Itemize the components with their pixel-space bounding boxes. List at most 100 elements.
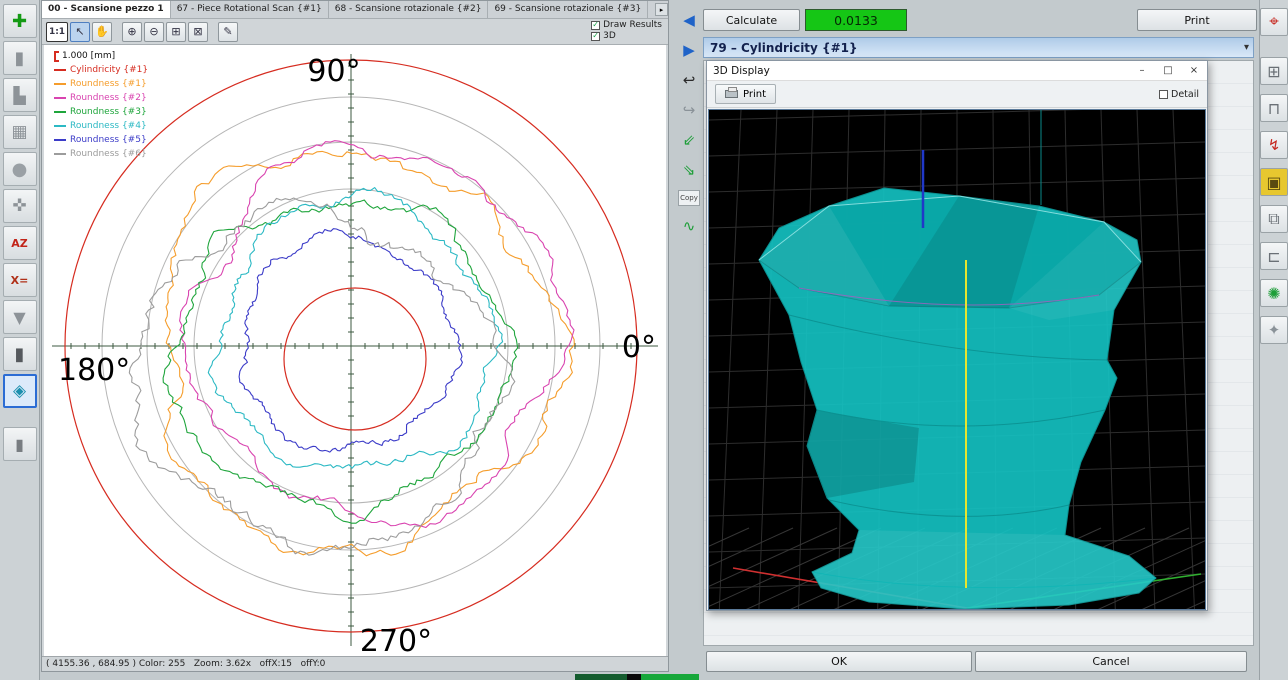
annotate-icon-glyph: ∿ <box>683 217 696 235</box>
part-small-cylinder-icon-glyph: ▮ <box>15 435 24 454</box>
show-3d-checkbox-box[interactable]: ✓ <box>591 32 600 41</box>
pan-tool[interactable]: ✋ <box>92 22 112 42</box>
result-selector[interactable]: 79 – Cylindricity {#1} ▾ <box>703 37 1254 58</box>
export-results-icon[interactable]: ⇘ <box>678 160 700 180</box>
part-cylinder-icon[interactable]: ▮ <box>3 41 37 75</box>
import-results-icon[interactable]: ⇙ <box>678 130 700 150</box>
part-sphere-icon[interactable]: ● <box>3 152 37 186</box>
zoom-1to1-button[interactable]: 1:1 <box>46 22 68 42</box>
part-cross-icon-glyph: ✜ <box>12 196 26 216</box>
cancel-button[interactable]: Cancel <box>975 651 1247 672</box>
detail-checkbox[interactable]: Detail <box>1159 89 1199 100</box>
draw-results-checkbox[interactable]: ✓ Draw Results <box>591 20 662 30</box>
legend-item: Cylindricity {#1} <box>54 63 148 77</box>
chevron-down-icon[interactable]: ▾ <box>1244 42 1249 53</box>
tab-1[interactable]: 67 - Piece Rotational Scan {#1} <box>171 1 329 18</box>
tab-0[interactable]: 00 - Scansione pezzo 1 <box>42 1 171 18</box>
middle-toolbar: ◀ ▶ ↩ ↪ ⇙ ⇘ Copy ∿ <box>677 0 701 680</box>
show-3d-label: 3D <box>603 31 616 41</box>
taskbar-segment <box>627 674 641 680</box>
print-button[interactable]: Print <box>1137 9 1257 31</box>
save-icon[interactable]: ▣ <box>1260 168 1288 196</box>
part-cone-icon-glyph: ▼ <box>13 308 25 327</box>
plot-panel: 00 - Scansione pezzo 167 - Piece Rotatio… <box>41 0 669 672</box>
part-dark-cylinder-icon[interactable]: ▮ <box>3 337 37 371</box>
position-x-icon[interactable]: X= <box>3 263 37 297</box>
close-button[interactable]: × <box>1181 61 1207 80</box>
legend-scale: 1.000 [mm] <box>54 49 148 63</box>
axis-az-icon[interactable]: AZ <box>3 226 37 260</box>
3d-viewport[interactable] <box>708 109 1206 610</box>
zoom-window-tool[interactable]: ⊞ <box>166 22 186 42</box>
copy-icon-glyph: Copy <box>680 194 698 202</box>
redo-icon[interactable]: ↪ <box>678 100 700 120</box>
detail-checkbox-box[interactable] <box>1159 90 1168 99</box>
clamp-icon[interactable]: ⊓ <box>1260 94 1288 122</box>
position-x-icon-glyph: X= <box>11 274 29 287</box>
legend-item: Roundness {#5} <box>54 133 148 147</box>
rotational-scan-tool-icon-glyph: ◈ <box>13 381 26 401</box>
motor-wheel-icon[interactable]: ✺ <box>1260 279 1288 307</box>
part-threaded-icon[interactable]: ▦ <box>3 115 37 149</box>
minimize-button[interactable]: – <box>1129 61 1155 80</box>
ok-button[interactable]: OK <box>706 651 972 672</box>
polar-plot[interactable]: 90°0°180°270° 1.000 [mm]Cylindricity {#1… <box>44 45 666 657</box>
dialog-print-button[interactable]: Print <box>715 84 776 104</box>
adjust-tool-icon-glyph: ↯ <box>1268 136 1281 154</box>
annotate-icon[interactable]: ∿ <box>678 216 700 236</box>
plot-tools: 1:1↖✋ ⊕⊖⊞⊠ ✎ <box>46 22 240 42</box>
adjust-tool-icon[interactable]: ↯ <box>1260 131 1288 159</box>
result-value: 0.0133 <box>805 9 907 31</box>
taskbar-sliver <box>575 674 699 680</box>
check-icon: ✓ <box>592 21 599 29</box>
tab-2[interactable]: 68 - Scansione rotazionale {#2} <box>329 1 489 18</box>
zoom-fit-tool[interactable]: ⊠ <box>188 22 208 42</box>
part-small-cylinder-icon[interactable]: ▮ <box>3 427 37 461</box>
scale-bracket-icon <box>54 51 59 62</box>
fixture-icon[interactable]: ⊞ <box>1260 57 1288 85</box>
probe-icon[interactable]: ⌖ <box>1260 8 1288 36</box>
zoom-out-tool[interactable]: ⊖ <box>144 22 164 42</box>
axis-az-icon-glyph: AZ <box>11 237 28 250</box>
left-toolbar: ✚▮▙▦●✜AZX=▼▮◈▮ <box>0 0 40 680</box>
svg-text:180°: 180° <box>58 353 130 388</box>
calculate-button[interactable]: Calculate <box>703 9 800 31</box>
part-stepped-icon[interactable]: ▙ <box>3 78 37 112</box>
tab-3[interactable]: 69 - Scansione rotazionale {#3} <box>488 1 648 18</box>
caliper-icon[interactable]: ⊏ <box>1260 242 1288 270</box>
save-icon-glyph: ▣ <box>1266 173 1281 192</box>
key-icon-glyph: ✦ <box>1268 321 1281 339</box>
legend-item: Roundness {#6} <box>54 147 148 161</box>
undo-icon[interactable]: ↩ <box>678 70 700 90</box>
nav-forward-icon[interactable]: ▶ <box>678 40 700 60</box>
show-3d-checkbox[interactable]: ✓ 3D <box>591 31 662 41</box>
tab-scroll-button[interactable]: ▸ <box>655 3 668 16</box>
reference-axis-icon[interactable]: ✚ <box>3 4 37 38</box>
3d-scene <box>709 110 1206 610</box>
3d-display-dialog: 3D Display –□× Print Detail <box>706 60 1208 611</box>
dialog-toolbar: Print Detail <box>707 81 1207 108</box>
probe-icon-glyph: ⌖ <box>1269 12 1279 32</box>
draw-results-label: Draw Results <box>603 20 662 30</box>
check-icon: ✓ <box>592 32 599 40</box>
right-toolbar: ⌖ ⊞ ⊓ ↯ ▣ ⧉ ⊏ ✺ ✦ <box>1259 0 1288 680</box>
rotational-scan-tool-icon[interactable]: ◈ <box>3 374 37 408</box>
maximize-button[interactable]: □ <box>1155 61 1181 80</box>
nav-back-icon[interactable]: ◀ <box>678 10 700 30</box>
draw-results-checkbox-box[interactable]: ✓ <box>591 21 600 30</box>
part-cross-icon[interactable]: ✜ <box>3 189 37 223</box>
cursor-tool[interactable]: ↖ <box>70 22 90 42</box>
parts-group-icon[interactable]: ⧉ <box>1260 205 1288 233</box>
part-cone-icon[interactable]: ▼ <box>3 300 37 334</box>
dialog-title-bar[interactable]: 3D Display –□× <box>707 61 1207 81</box>
copy-icon[interactable]: Copy <box>678 190 700 206</box>
dialog-print-label: Print <box>743 89 766 100</box>
key-icon[interactable]: ✦ <box>1260 316 1288 344</box>
nav-back-icon-glyph: ◀ <box>683 11 695 29</box>
measure-tool[interactable]: ✎ <box>218 22 238 42</box>
detail-label: Detail <box>1171 89 1199 100</box>
part-dark-cylinder-icon-glyph: ▮ <box>15 344 25 365</box>
plot-legend: 1.000 [mm]Cylindricity {#1}Roundness {#1… <box>54 49 148 161</box>
zoom-in-tool[interactable]: ⊕ <box>122 22 142 42</box>
caliper-icon-glyph: ⊏ <box>1267 247 1280 266</box>
